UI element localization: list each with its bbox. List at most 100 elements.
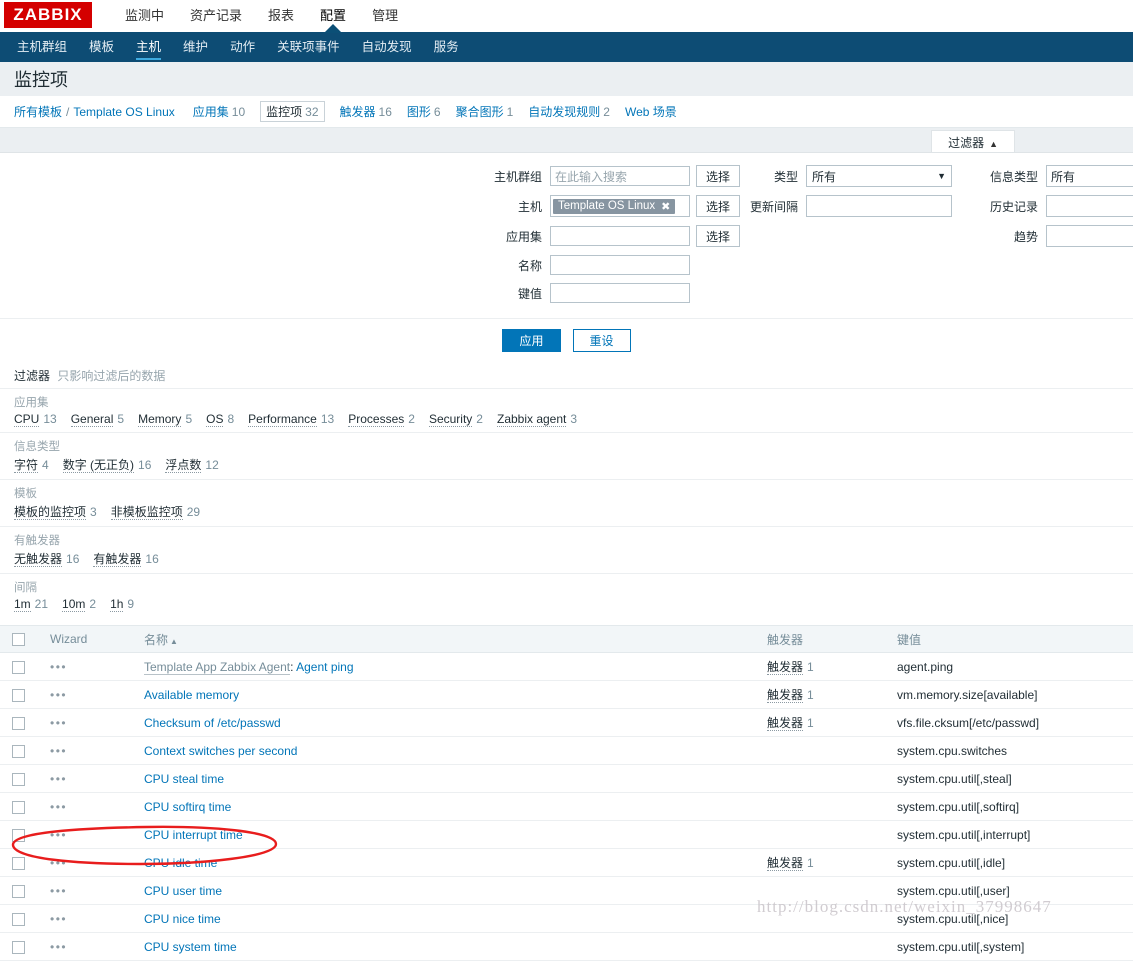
subfilter-item[interactable]: 字符 4 [14,456,49,473]
row-item-link[interactable]: CPU steal time [144,772,224,786]
subfilter-item[interactable]: 数字 (无正负) 16 [62,456,151,473]
table-row[interactable]: ••• Template App Zabbix Agent: Agent pin… [0,652,1133,681]
row-trigger-link[interactable]: 触发器 [767,660,804,675]
close-icon[interactable]: ✖ [661,200,670,213]
table-row[interactable]: ••• CPU interrupt time system.cpu.util[,… [0,820,1133,849]
table-row[interactable]: ••• CPU softirq time system.cpu.util[,so… [0,792,1133,821]
topnav-item-administration[interactable]: 管理 [359,0,411,32]
table-row[interactable]: ••• Context switches per second system.c… [0,736,1133,765]
subnav-item-maintenance[interactable]: 维护 [172,32,219,62]
crumbtab-triggers[interactable]: 触发器 16 [340,103,392,120]
table-row[interactable]: ••• CPU user time system.cpu.util[,user] [0,876,1133,905]
row-item-link[interactable]: Available memory [144,688,239,702]
subfilter-item[interactable]: 非模板监控项 29 [110,503,200,520]
table-row-highlighted[interactable]: ••• CPU idle time 触发器 1 system.cpu.util[,… [0,848,1133,877]
wizard-menu-icon[interactable]: ••• [50,856,67,870]
row-item-link[interactable]: CPU softirq time [144,800,231,814]
filter-hostgroup-select-button[interactable]: 选择 [696,165,740,187]
filter-hostgroup-input[interactable]: 在此输入搜索 [550,166,690,186]
wizard-menu-icon[interactable]: ••• [50,716,67,730]
wizard-menu-icon[interactable]: ••• [50,828,67,842]
crumbtab-discovery-rules[interactable]: 自动发现规则 2 [528,103,610,120]
breadcrumb-template-name[interactable]: Template OS Linux [73,105,174,119]
wizard-menu-icon[interactable]: ••• [50,940,67,954]
subnav-item-actions[interactable]: 动作 [219,32,266,62]
row-checkbox[interactable] [12,912,25,926]
table-row[interactable]: ••• Available memory 触发器 1 vm.memory.size… [0,680,1133,709]
row-checkbox[interactable] [12,856,25,870]
subfilter-item[interactable]: CPU 13 [14,412,57,427]
filter-name-input[interactable] [550,255,690,275]
row-template-prefix[interactable]: Template App Zabbix Agent [144,659,291,675]
row-item-link-cpu-idle-time[interactable]: CPU idle time [144,856,217,870]
row-trigger-link[interactable]: 触发器 [767,716,804,731]
filter-host-chip[interactable]: Template OS Linux ✖ [553,198,676,214]
subnav-item-services[interactable]: 服务 [423,32,470,62]
row-checkbox[interactable] [12,660,25,674]
row-item-link[interactable]: CPU user time [144,884,222,898]
filter-type-select[interactable]: 所有 ▼ [806,165,952,187]
subfilter-item[interactable]: OS 8 [206,412,234,427]
crumbtab-web-scenarios[interactable]: Web 场景 [625,103,677,120]
filter-application-input[interactable] [550,226,690,246]
subnav-item-discovery[interactable]: 自动发现 [351,32,423,62]
subfilter-item[interactable]: Security 2 [428,412,483,427]
row-item-link[interactable]: CPU nice time [144,912,221,926]
name-header[interactable]: 名称 ▲ [138,625,761,653]
subfilter-item[interactable]: Memory 5 [138,412,192,427]
row-item-link[interactable]: Context switches per second [144,744,297,758]
table-row[interactable]: ••• Checksum of /etc/passwd 触发器 1 vfs.fil… [0,708,1133,737]
row-item-link[interactable]: Checksum of /etc/passwd [144,716,281,730]
zabbix-logo[interactable]: ZABBIX [4,2,92,28]
table-row[interactable]: ••• CPU system time system.cpu.util[,sys… [0,932,1133,961]
subnav-item-templates[interactable]: 模板 [78,32,125,62]
filter-trends-input[interactable] [1046,225,1133,247]
filter-host-multiselect[interactable]: Template OS Linux ✖ [550,195,690,217]
row-trigger-link[interactable]: 触发器 [767,856,804,871]
crumbtab-items[interactable]: 监控项 32 [260,101,325,122]
crumbtab-applications[interactable]: 应用集 10 [193,103,245,120]
key-header[interactable]: 键值 [891,625,1133,653]
crumbtab-screens[interactable]: 聚合图形 1 [456,103,514,120]
wizard-menu-icon[interactable]: ••• [50,912,67,926]
subfilter-item[interactable]: 1h 9 [110,597,134,612]
wizard-menu-icon[interactable]: ••• [50,744,67,758]
row-trigger-link[interactable]: 触发器 [767,688,804,703]
row-checkbox[interactable] [12,716,25,730]
filter-host-select-button[interactable]: 选择 [696,195,740,217]
reset-button[interactable]: 重设 [572,328,631,352]
row-checkbox[interactable] [12,772,25,786]
row-checkbox[interactable] [12,688,25,702]
topnav-item-configuration[interactable]: 配置 [307,0,359,32]
subfilter-item[interactable]: 10m 2 [62,597,96,612]
select-all-checkbox[interactable] [12,633,25,647]
row-checkbox[interactable] [12,884,25,898]
filter-update-interval-input[interactable] [806,195,952,217]
subfilter-item[interactable]: General 5 [70,412,124,427]
subnav-item-correlation[interactable]: 关联项事件 [266,32,351,62]
table-row[interactable]: ••• CPU steal time system.cpu.util[,stea… [0,764,1133,793]
row-item-link[interactable]: CPU interrupt time [144,828,243,842]
filter-value-type-input[interactable]: 所有 [1046,165,1133,187]
apply-button[interactable]: 应用 [502,328,561,352]
wizard-menu-icon[interactable]: ••• [50,660,67,674]
topnav-item-reports[interactable]: 报表 [255,0,307,32]
subfilter-item[interactable]: 1m 21 [14,597,48,612]
wizard-menu-icon[interactable]: ••• [50,800,67,814]
subfilter-item[interactable]: 无触发器 16 [14,550,79,567]
subfilter-item[interactable]: Performance 13 [248,412,334,427]
row-checkbox[interactable] [12,828,25,842]
row-item-link[interactable]: CPU system time [144,940,237,954]
subfilter-item[interactable]: 模板的监控项 3 [14,503,97,520]
subfilter-item[interactable]: 浮点数 12 [165,456,219,473]
subnav-item-hostgroups[interactable]: 主机群组 [6,32,78,62]
crumbtab-graphs[interactable]: 图形 6 [407,103,441,120]
wizard-menu-icon[interactable]: ••• [50,884,67,898]
topnav-item-inventory[interactable]: 资产记录 [177,0,255,32]
row-item-link[interactable]: Agent ping [296,660,353,674]
filter-history-input[interactable] [1046,195,1133,217]
subfilter-item[interactable]: Zabbix agent 3 [496,412,577,427]
wizard-menu-icon[interactable]: ••• [50,772,67,786]
row-checkbox[interactable] [12,940,25,954]
filter-key-input[interactable] [550,283,690,303]
